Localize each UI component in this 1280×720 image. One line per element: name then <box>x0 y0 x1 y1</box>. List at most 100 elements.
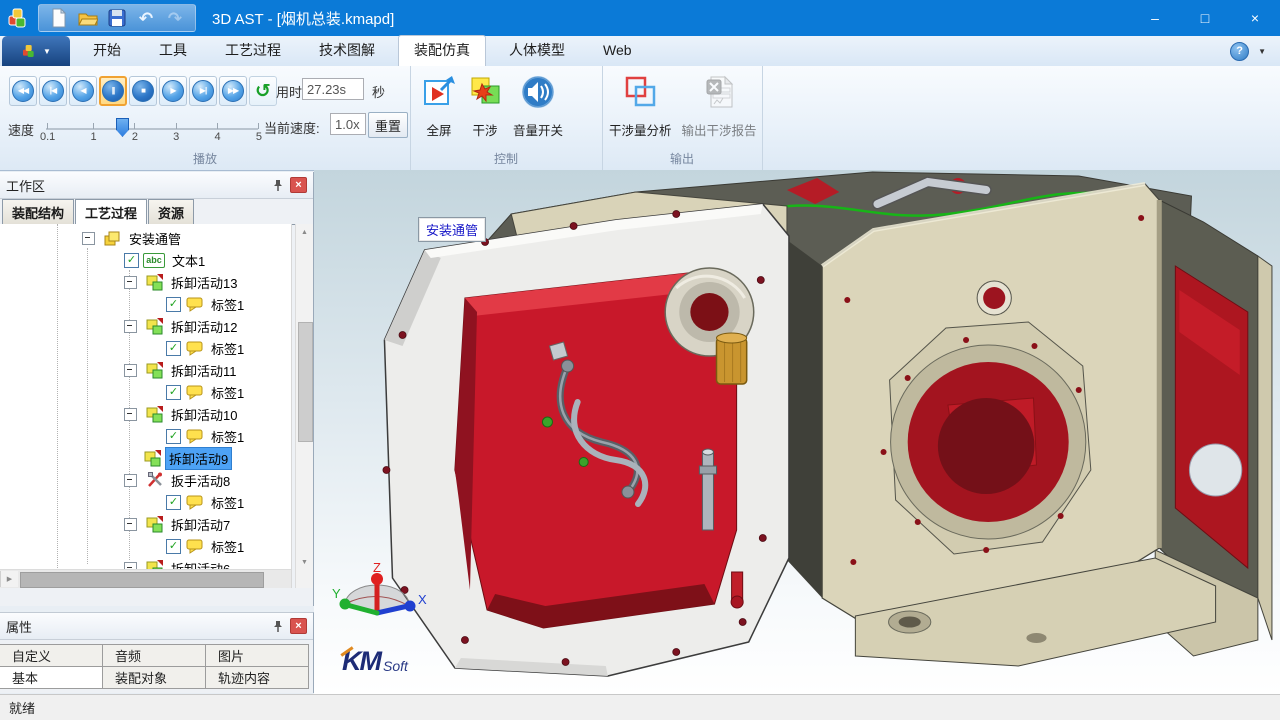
checkbox[interactable] <box>166 495 181 510</box>
skip-to-start-button[interactable]: |◀ <box>39 76 67 106</box>
ribbon-tab[interactable]: 工具 <box>144 35 202 65</box>
properties-tab[interactable]: 图片 <box>205 644 309 667</box>
ribbon-big-button[interactable]: 全屏 <box>416 72 462 141</box>
pause-button[interactable]: || <box>99 76 127 106</box>
properties-tab[interactable]: 自定义 <box>0 644 103 667</box>
status-text: 就绪 <box>9 698 35 717</box>
3d-model[interactable] <box>314 170 1280 694</box>
collapse-icon[interactable] <box>124 474 137 487</box>
speed-label: 速度 <box>8 120 34 139</box>
chevron-down-icon[interactable]: ▼ <box>1258 47 1266 56</box>
tree-row[interactable]: 标签1 <box>0 381 291 403</box>
ribbon-big-button[interactable]: 干涉 <box>462 72 508 141</box>
checkbox[interactable] <box>166 297 181 312</box>
ribbon-big-button[interactable]: 干涉量分析 <box>604 72 677 141</box>
application-menu-button[interactable]: ▼ <box>2 36 70 66</box>
scroll-right-icon[interactable]: ▶ <box>0 571 18 587</box>
tree-row[interactable]: 拆卸活动9 <box>0 447 291 469</box>
activity-icon <box>145 406 164 422</box>
step-backward-button[interactable]: ◀ <box>69 76 97 106</box>
current-speed-field[interactable] <box>330 113 366 135</box>
new-document-icon[interactable] <box>49 8 69 28</box>
tree-row[interactable]: 拆卸活动11 <box>0 359 291 381</box>
tick-label: 4 <box>214 123 220 143</box>
tree-row[interactable]: 标签1 <box>0 491 291 513</box>
collapse-icon[interactable] <box>124 276 137 289</box>
tree-row[interactable]: 标签1 <box>0 337 291 359</box>
close-panel-icon[interactable]: × <box>290 177 307 193</box>
workspace-tab[interactable]: 资源 <box>148 199 194 224</box>
help-icon[interactable]: ? <box>1230 42 1249 61</box>
control-buttons: 全屏 干涉 音量开关 <box>416 72 568 141</box>
tag-icon <box>185 538 204 554</box>
skip-to-end-button[interactable]: ▶| <box>189 76 217 106</box>
properties-tab[interactable]: 音频 <box>102 644 206 667</box>
properties-tab[interactable]: 基本 <box>0 666 103 689</box>
pin-icon[interactable] <box>272 620 284 633</box>
ribbon-tab[interactable]: 人体模型 <box>494 35 580 65</box>
collapse-icon[interactable] <box>124 364 137 377</box>
km-soft-logo: KM Soft <box>342 648 408 675</box>
checkbox[interactable] <box>166 385 181 400</box>
collapse-icon[interactable] <box>124 518 137 531</box>
scroll-down-icon[interactable]: ▼ <box>296 554 313 570</box>
checkbox[interactable] <box>166 539 181 554</box>
ribbon-tab[interactable]: 技术图解 <box>304 35 390 65</box>
close-panel-icon[interactable]: × <box>290 618 307 634</box>
tree-row[interactable]: 拆卸活动12 <box>0 315 291 337</box>
ribbon-big-button[interactable]: 输出干涉报告 <box>677 72 762 141</box>
redo-icon[interactable]: ↷ <box>165 8 185 28</box>
collapse-icon[interactable] <box>124 408 137 421</box>
close-button[interactable]: × <box>1230 0 1280 36</box>
checkbox[interactable] <box>166 429 181 444</box>
tree-row[interactable]: 拆卸活动10 <box>0 403 291 425</box>
open-folder-icon[interactable] <box>78 8 98 28</box>
reset-button[interactable]: 重置 <box>368 112 408 138</box>
checkbox[interactable] <box>166 341 181 356</box>
tree-row[interactable]: 安装通管 <box>0 227 291 249</box>
vertical-scrollbar[interactable]: ▲ ▼ <box>295 224 313 588</box>
scrollbar-thumb[interactable] <box>298 322 313 442</box>
workspace-tab[interactable]: 装配结构 <box>2 199 74 224</box>
fast-forward-button[interactable]: ▶▶ <box>219 76 247 106</box>
properties-tab[interactable]: 轨迹内容 <box>205 666 309 689</box>
collapse-icon[interactable] <box>82 232 95 245</box>
tree-rows: 安装通管 abc 文本1 <box>0 224 291 579</box>
volume-icon <box>520 74 556 115</box>
workspace-tab[interactable]: 工艺过程 <box>75 199 147 225</box>
chevron-down-icon: ▼ <box>43 47 51 56</box>
button-face: ↻ <box>255 82 271 101</box>
tree-row[interactable]: 标签1 <box>0 293 291 315</box>
minimize-button[interactable]: – <box>1130 0 1180 36</box>
stop-button[interactable]: ■ <box>129 76 157 106</box>
tree-row[interactable]: 拆卸活动13 <box>0 271 291 293</box>
save-icon[interactable] <box>107 8 127 28</box>
tree-row[interactable]: abc 文本1 <box>0 249 291 271</box>
elapsed-time-field[interactable] <box>302 78 364 100</box>
play-button[interactable]: ▶ <box>159 76 187 106</box>
tick-label: 5 <box>256 123 262 143</box>
tree-row[interactable]: 扳手活动8 <box>0 469 291 491</box>
scroll-up-icon[interactable]: ▲ <box>296 224 313 240</box>
tree-row[interactable]: 标签1 <box>0 425 291 447</box>
horizontal-scrollbar[interactable]: ◀ ▶ <box>0 569 291 588</box>
pin-icon[interactable] <box>272 179 284 192</box>
tree-row[interactable]: 拆卸活动7 <box>0 513 291 535</box>
tree-row[interactable]: 标签1 <box>0 535 291 557</box>
button-face: ■ <box>132 80 154 102</box>
ribbon-tab[interactable]: 开始 <box>78 35 136 65</box>
maximize-button[interactable]: □ <box>1180 0 1230 36</box>
scrollbar-thumb[interactable] <box>20 572 264 588</box>
undo-icon[interactable]: ↶ <box>136 8 156 28</box>
properties-tab[interactable]: 装配对象 <box>102 666 206 689</box>
loop-button[interactable]: ↻ <box>249 76 277 106</box>
checkbox[interactable] <box>124 253 139 268</box>
collapse-icon[interactable] <box>124 320 137 333</box>
ribbon-big-button[interactable]: 音量开关 <box>508 72 568 141</box>
3d-viewport[interactable]: 安装通管 Z X Y KM Soft <box>314 170 1280 694</box>
fast-backward-button[interactable]: ◀◀ <box>9 76 37 106</box>
ribbon-tab[interactable]: 工艺过程 <box>210 35 296 65</box>
ribbon-tab[interactable]: Web <box>588 35 647 65</box>
ribbon-tab[interactable]: 装配仿真 <box>398 35 486 66</box>
ribbon-body: ◀◀ |◀ ◀ || <box>0 66 1280 171</box>
